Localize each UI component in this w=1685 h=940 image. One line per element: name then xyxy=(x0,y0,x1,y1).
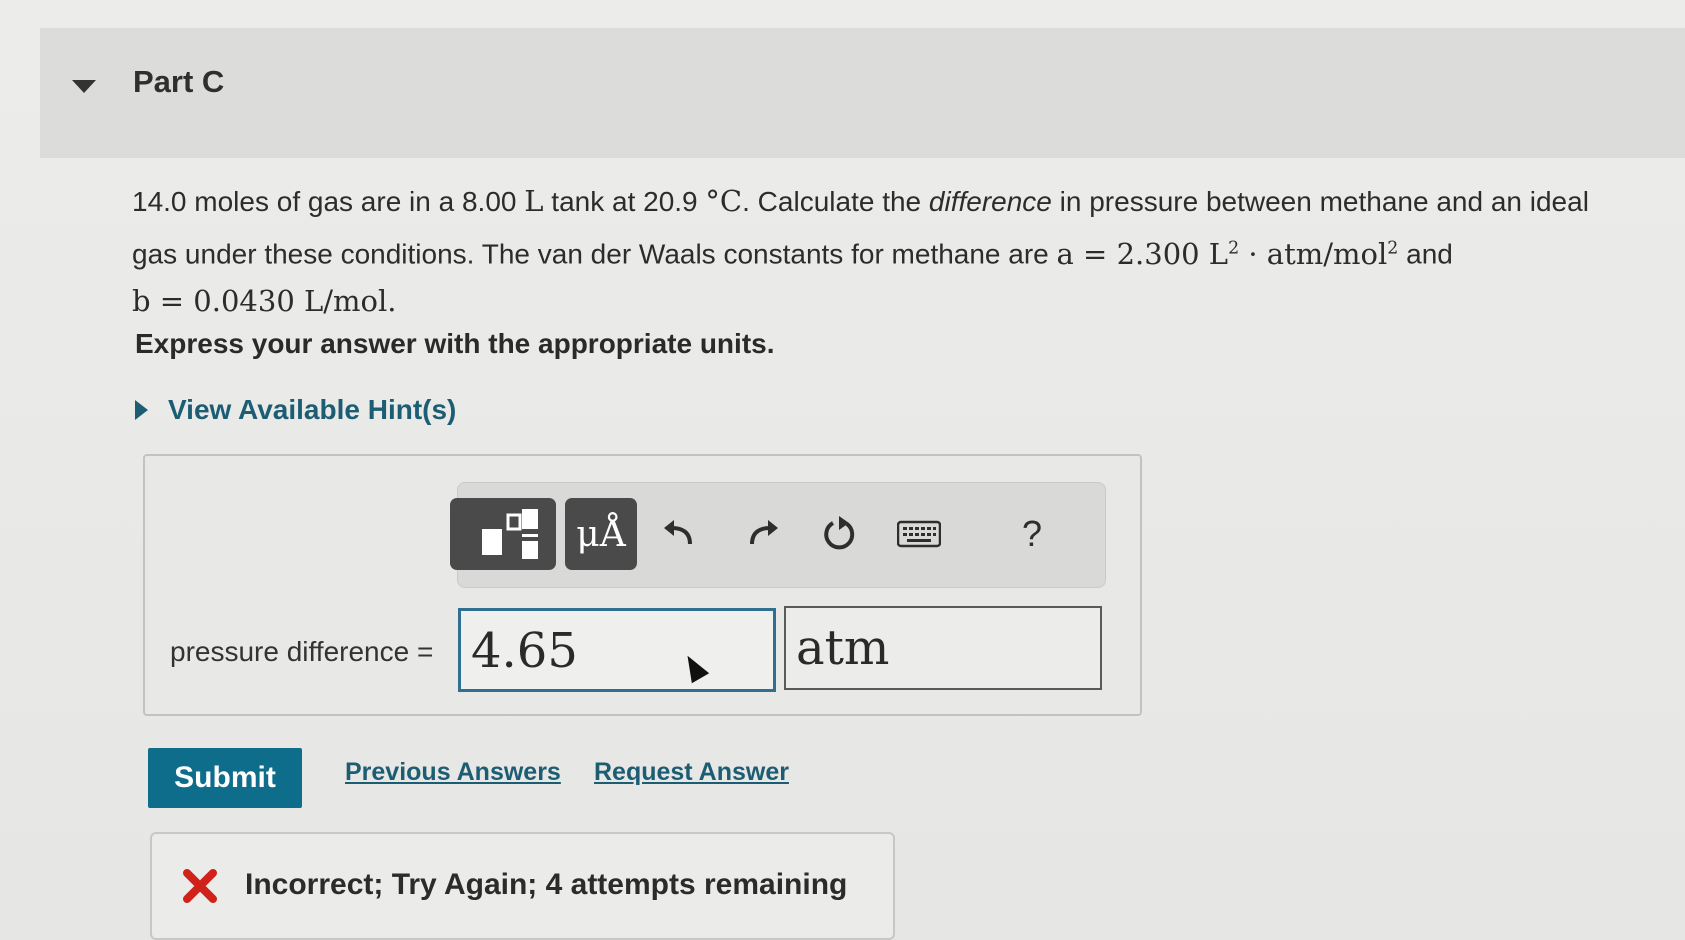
help-label: ? xyxy=(1021,513,1043,554)
part-header[interactable] xyxy=(40,28,1685,158)
templates-icon xyxy=(482,509,538,559)
redo-icon xyxy=(750,520,778,545)
feedback-text: Incorrect; Try Again; 4 attempts remaini… xyxy=(245,868,848,901)
instruction-text: Express your answer with the appropriate… xyxy=(135,328,775,359)
problem-line-2: gas under these conditions. The van der … xyxy=(132,236,1453,271)
page: Part C 14.0 moles of gas are in a 8.00 L… xyxy=(0,0,1685,940)
reset-icon xyxy=(824,516,855,550)
previous-answers-link[interactable]: Previous Answers xyxy=(345,758,561,787)
view-hints-link[interactable]: View Available Hint(s) xyxy=(168,394,456,426)
problem-line-3: b = 0.0430 L/mol. xyxy=(132,283,397,318)
hints-toggle[interactable]: View Available Hint(s) xyxy=(135,394,456,426)
expand-caret-icon xyxy=(135,400,148,420)
undo-icon xyxy=(664,520,692,545)
answer-label: pressure difference = xyxy=(170,636,434,667)
templates-button[interactable] xyxy=(450,498,556,570)
units-button[interactable]: μÅ xyxy=(565,498,637,570)
request-answer-link[interactable]: Request Answer xyxy=(594,758,789,787)
reset-button[interactable] xyxy=(815,510,863,558)
help-button[interactable]: ? xyxy=(1008,510,1056,558)
redo-button[interactable] xyxy=(738,510,786,558)
keyboard-icon xyxy=(897,520,941,548)
problem-statement: 14.0 moles of gas are in a 8.00 L tank a… xyxy=(132,178,1652,325)
problem-line-1: 14.0 moles of gas are in a 8.00 L tank a… xyxy=(132,184,1589,218)
collapse-caret-icon[interactable] xyxy=(72,80,96,93)
incorrect-x-icon xyxy=(183,869,217,903)
answer-unit-input[interactable]: atm xyxy=(784,606,1102,690)
answer-value-input[interactable]: 4.65 xyxy=(458,608,776,692)
submit-button[interactable]: Submit xyxy=(148,748,302,808)
undo-button[interactable] xyxy=(656,510,704,558)
keyboard-button[interactable] xyxy=(894,510,944,558)
units-label: μÅ xyxy=(576,513,626,555)
part-title: Part C xyxy=(133,64,225,99)
